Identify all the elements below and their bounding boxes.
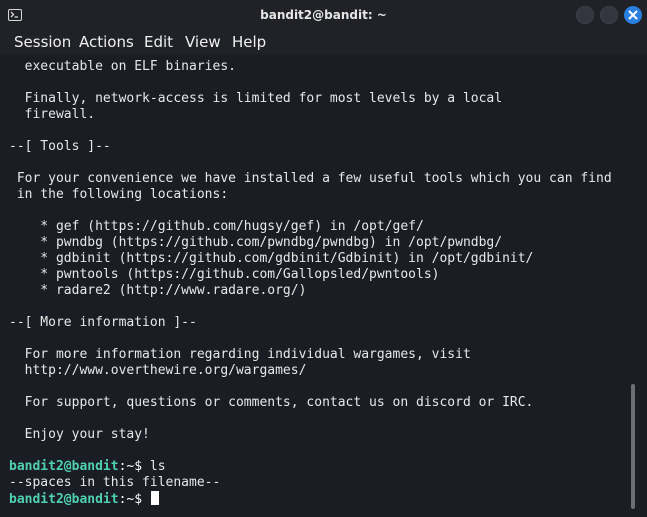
terminal-line: in the following locations:	[9, 187, 229, 202]
terminal-line: Enjoy your stay!	[9, 427, 150, 442]
maximize-button[interactable]	[600, 6, 618, 24]
scrollbar[interactable]	[631, 384, 635, 509]
command-output: --spaces in this filename--	[9, 475, 221, 490]
active-prompt-line[interactable]: bandit2@bandit:~$	[9, 491, 159, 507]
menu-view[interactable]: View	[185, 33, 221, 51]
terminal-line: For more information regarding individua…	[9, 347, 471, 362]
terminal-line: * pwntools (https://github.com/Gallopsle…	[9, 267, 440, 282]
prompt-user: bandit2@bandit	[9, 492, 119, 507]
title-bar[interactable]: bandit2@bandit: ~	[0, 0, 647, 31]
terminal-line: Finally, network-access is limited for m…	[9, 91, 503, 106]
window-title: bandit2@bandit: ~	[260, 8, 387, 22]
terminal-output[interactable]: executable on ELF binaries. Finally, net…	[0, 54, 647, 517]
text-cursor	[150, 491, 159, 505]
terminal-line: For your convenience we have installed a…	[9, 171, 612, 186]
prompt-path: :~$	[118, 459, 150, 474]
terminal-line: firewall.	[9, 107, 96, 122]
terminal-line: * radare2 (http://www.radare.org/)	[9, 283, 307, 298]
terminal-line: --[ Tools ]--	[9, 139, 111, 154]
command-text: ls	[149, 459, 166, 474]
terminal-line: For support, questions or comments, cont…	[9, 395, 534, 410]
terminal-line: * gef (https://github.com/hugsy/gef) in …	[9, 219, 424, 234]
terminal-line: * gdbinit (https://github.com/gdbinit/Gd…	[9, 251, 534, 266]
terminal-line: http://www.overthewire.org/wargames/	[9, 363, 307, 378]
terminal-line: * pwndbg (https://github.com/pwndbg/pwnd…	[9, 235, 503, 250]
prompt-path: :~$	[118, 492, 150, 507]
minimize-button[interactable]	[576, 6, 594, 24]
terminal-window: bandit2@bandit: ~ Session Actions Edit V…	[0, 0, 647, 517]
terminal-line: --[ More information ]--	[9, 315, 197, 330]
menu-session[interactable]: Session	[14, 33, 71, 51]
close-icon	[628, 10, 638, 20]
prompt-line: bandit2@bandit:~$ ls	[9, 459, 166, 475]
prompt-user: bandit2@bandit	[9, 459, 119, 474]
terminal-line: executable on ELF binaries.	[9, 59, 236, 74]
menu-help[interactable]: Help	[232, 33, 266, 51]
close-button[interactable]	[624, 6, 642, 24]
menu-actions[interactable]: Actions	[79, 33, 134, 51]
menu-edit[interactable]: Edit	[144, 33, 173, 51]
menu-bar: Session Actions Edit View Help	[0, 31, 647, 54]
